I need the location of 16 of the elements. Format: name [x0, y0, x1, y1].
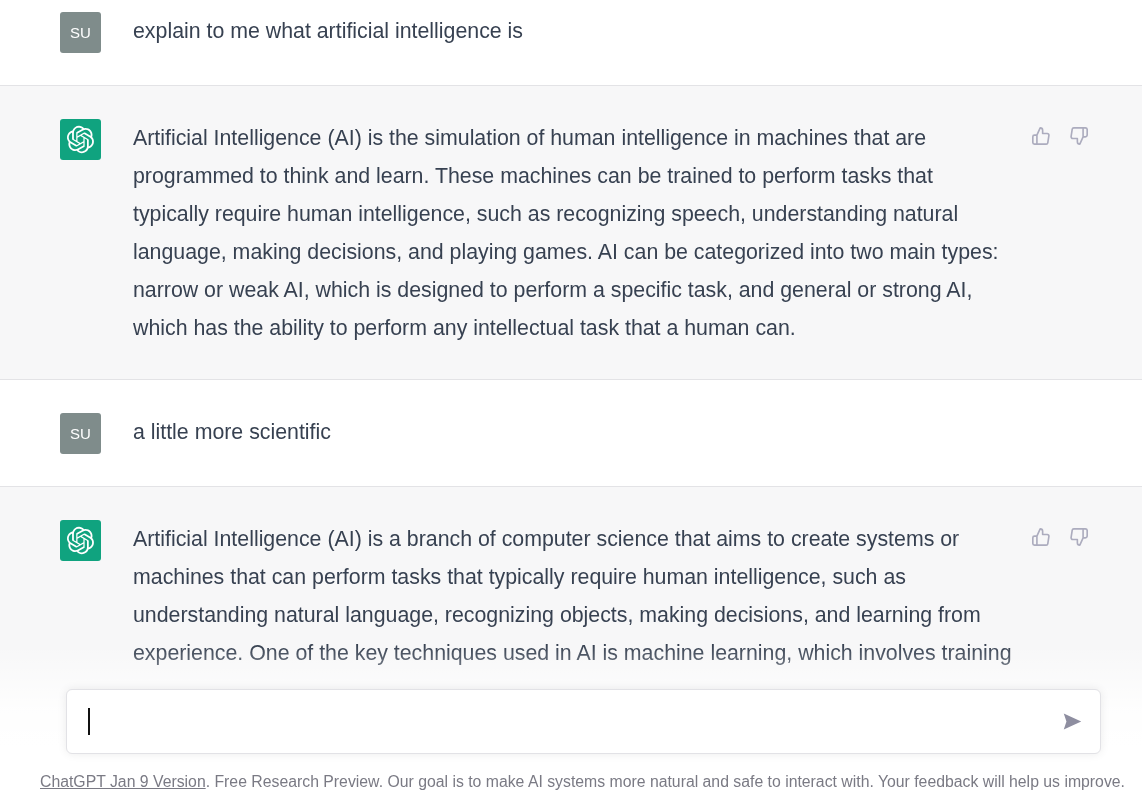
thumbs-up-icon[interactable]: [1032, 528, 1050, 546]
knot-logo-icon: [60, 119, 101, 160]
message-text: a little more scientific: [133, 419, 332, 446]
thumbs-up-icon[interactable]: [1032, 127, 1050, 145]
send-icon[interactable]: [1063, 713, 1082, 730]
message-text: explain to me what artificial intelligence is: [133, 18, 525, 45]
user-avatar: SU: [60, 413, 101, 454]
knot-logo-icon: [60, 520, 101, 561]
thumbs-down-icon[interactable]: [1070, 127, 1088, 145]
footer-text: ChatGPT Jan 9 Version. Free Research Preview. Our goal is to make AI systems more natural and safe to interact with. Your feedback will help us improve.: [39, 772, 1126, 792]
message-text: Artificial Intelligence (AI) is a branch of computer science that aims to create systems or machines that can perform tasks that typically require human intelligence, such as understanding natural language, recognizing objects, making decisions, and learning from experience. One of the key techniques used in AI is machine learning, which involves training: [133, 526, 1013, 667]
message-text: Artificial Intelligence (AI) is the simulation of human intelligence in machines that are programmed to think and learn. These machines can be trained to perform tasks that typically require human intelligence, such as recognizing speech, understanding natural language, making decisions, and playing games. AI can be categorized into two main types: narrow or weak AI, which is designed to perform a specific task, and general or strong AI, which has the ability to perform any intellectual task that a human can.: [133, 125, 1000, 342]
user-avatar: SU: [60, 12, 101, 53]
thumbs-down-icon[interactable]: [1070, 528, 1088, 546]
message-input-field[interactable]: [66, 689, 1101, 754]
version-link[interactable]: ChatGPT Jan 9 Version: [40, 773, 206, 790]
